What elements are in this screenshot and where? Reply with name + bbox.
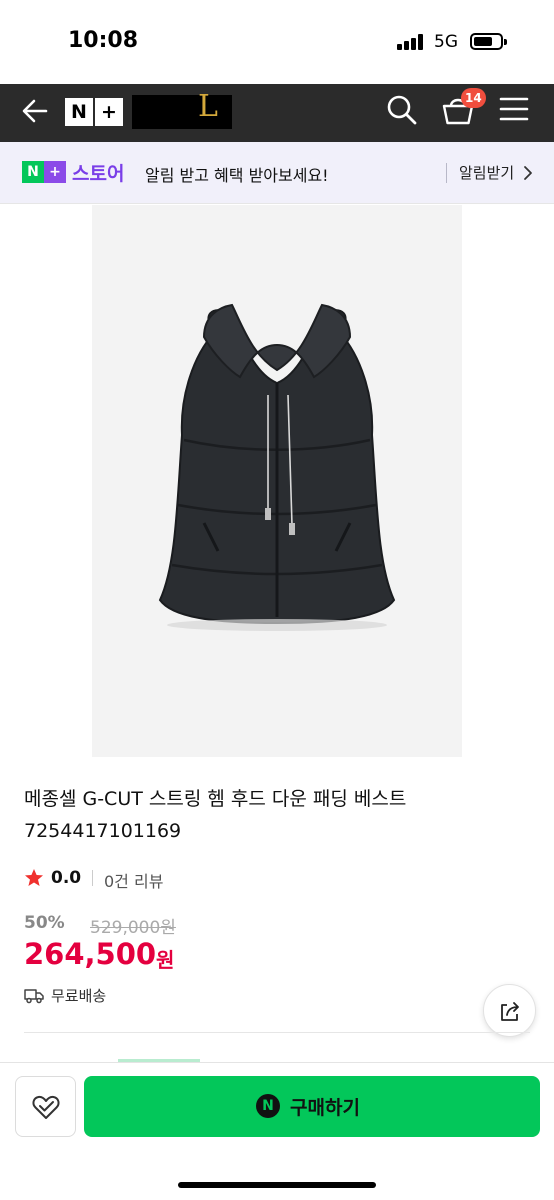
notification-banner[interactable]: N + 스토어 알림 받고 혜택 받아보세요! 알림받기 bbox=[0, 142, 554, 204]
rating-divider bbox=[92, 870, 93, 886]
top-nav-bar: N + L 14 bbox=[0, 84, 554, 142]
product-title: 메종셀 G-CUT 스트링 헴 후드 다운 패딩 베스트 72544171011… bbox=[24, 783, 524, 847]
logo-plus: + bbox=[95, 98, 123, 126]
product-image[interactable] bbox=[92, 205, 462, 757]
wishlist-button[interactable] bbox=[15, 1076, 76, 1137]
review-count-link[interactable]: 0건 리뷰 bbox=[104, 868, 163, 892]
buy-button[interactable]: N 구매하기 bbox=[84, 1076, 540, 1137]
brand-logo-letter: L bbox=[198, 89, 218, 124]
cart-count-badge: 14 bbox=[461, 88, 486, 108]
hamburger-menu-icon[interactable] bbox=[499, 96, 529, 122]
heart-check-icon bbox=[32, 1095, 60, 1119]
notice-message: 알림 받고 혜택 받아보세요! bbox=[145, 166, 329, 185]
signal-icon bbox=[397, 34, 423, 50]
original-price: 529,000원 bbox=[90, 918, 176, 938]
status-time: 10:08 bbox=[68, 28, 139, 53]
delivery-truck-icon bbox=[24, 989, 44, 1004]
share-icon bbox=[501, 1002, 519, 1021]
share-button[interactable] bbox=[483, 984, 536, 1037]
battery-icon bbox=[470, 33, 507, 50]
back-arrow-icon[interactable] bbox=[20, 96, 50, 126]
padded-vest-illustration bbox=[158, 303, 396, 631]
subscribe-alert-link[interactable]: 알림받기 bbox=[459, 162, 514, 183]
naver-plus-badge: N + bbox=[22, 161, 66, 183]
buy-button-label: 구매하기 bbox=[290, 1097, 360, 1119]
naver-plus-logo[interactable]: N + bbox=[65, 98, 123, 126]
rating-value: 0.0 bbox=[51, 868, 82, 888]
badge-n: N bbox=[22, 161, 44, 183]
logo-n: N bbox=[65, 98, 93, 126]
status-bar: 10:08 5G bbox=[0, 0, 554, 84]
sale-price: 264,500 bbox=[24, 937, 157, 971]
naver-pay-icon: N bbox=[256, 1094, 280, 1118]
home-indicator[interactable] bbox=[178, 1182, 376, 1188]
badge-plus: + bbox=[44, 161, 66, 183]
shipping-info: 무료배송 bbox=[51, 987, 107, 1005]
star-icon bbox=[25, 869, 43, 886]
sale-price-unit: 원 bbox=[156, 948, 175, 972]
store-label: 스토어 bbox=[72, 163, 125, 185]
notice-divider bbox=[446, 163, 447, 183]
product-code: 7254417101169 bbox=[24, 820, 182, 842]
chevron-right-icon[interactable] bbox=[522, 165, 534, 181]
search-icon[interactable] bbox=[386, 94, 418, 126]
product-name: 메종셀 G-CUT 스트링 헴 후드 다운 패딩 베스트 bbox=[24, 788, 407, 810]
section-divider bbox=[24, 1032, 530, 1033]
network-label: 5G bbox=[434, 32, 458, 52]
discount-rate: 50% bbox=[24, 913, 65, 933]
